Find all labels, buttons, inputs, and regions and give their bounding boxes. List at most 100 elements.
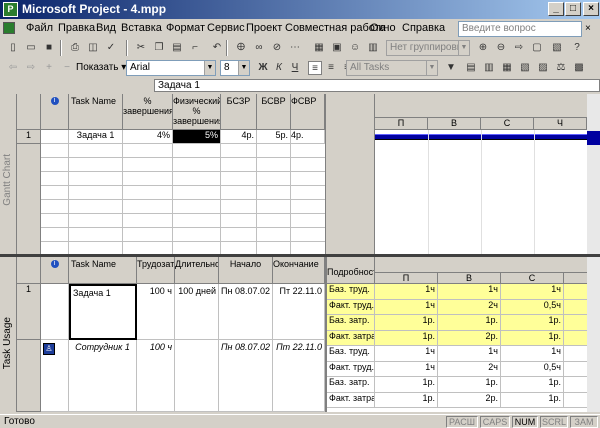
detail-value-cell[interactable]: 1ч xyxy=(501,284,564,300)
menu-view[interactable]: Вид xyxy=(96,22,116,34)
detail-value-cell[interactable]: 1р. xyxy=(501,330,564,346)
detail-value-cell[interactable]: 1р. xyxy=(564,330,587,346)
network-view-icon[interactable]: ▧ xyxy=(518,61,532,75)
detail-value-cell[interactable]: 1ч xyxy=(438,284,501,300)
close-doc-icon[interactable]: × xyxy=(585,23,591,34)
show-button[interactable]: Показать ▾ xyxy=(76,62,126,73)
task-info-icon[interactable]: ▦ xyxy=(312,41,326,55)
row-id[interactable]: 1 xyxy=(17,284,41,340)
align-center-icon[interactable]: ≡ xyxy=(324,61,338,75)
usage-view-icon[interactable]: ▩ xyxy=(572,61,586,75)
detail-value-cell[interactable]: 1р. xyxy=(375,315,438,331)
paste-icon[interactable]: ▤ xyxy=(170,41,184,55)
compare-icon[interactable]: ▧ xyxy=(550,41,564,55)
menu-file[interactable]: Файл xyxy=(26,22,53,34)
col-pct-complete[interactable]: % завершения xyxy=(123,94,173,130)
detail-value-cell[interactable]: 1р. xyxy=(438,315,501,331)
underline-button[interactable]: Ч xyxy=(288,61,302,75)
work-cell[interactable]: 100 ч xyxy=(137,340,175,412)
bold-button[interactable]: Ж xyxy=(256,61,270,75)
gantt-vertical-scrollbar[interactable] xyxy=(587,94,600,254)
assignment-indicator-cell[interactable]: ♙ xyxy=(41,340,69,412)
detail-value-cell[interactable]: 0,5ч xyxy=(564,362,587,377)
help-icon[interactable]: ? xyxy=(570,41,584,55)
detail-value-cell[interactable]: 0,5ч xyxy=(564,299,587,315)
indicator-cell[interactable] xyxy=(41,130,69,144)
copy-picture-icon[interactable]: ▢ xyxy=(530,41,544,55)
finish-cell[interactable]: Пт 22.11.0 xyxy=(273,284,325,340)
detail-value-cell[interactable]: 2ч xyxy=(438,361,501,377)
col-start[interactable]: Начало xyxy=(219,257,273,284)
link-tasks-icon[interactable]: ∞ xyxy=(252,41,266,55)
leveling-icon[interactable]: ⚖ xyxy=(554,61,568,75)
font-select[interactable]: Arial ▼ xyxy=(126,60,216,76)
detail-value-cell[interactable]: 0,5ч xyxy=(501,299,564,315)
format-painter-icon[interactable]: ⌐ xyxy=(188,41,202,55)
open-icon[interactable]: ▭ xyxy=(24,41,38,55)
font-size-select[interactable]: 8 ▼ xyxy=(220,60,250,76)
detail-value-cell[interactable]: 1р. xyxy=(438,377,501,393)
detail-value-cell[interactable]: 1ч xyxy=(438,346,501,362)
bsvr-cell[interactable]: 5р. xyxy=(257,130,291,144)
filter-select[interactable]: All Tasks ▼ xyxy=(346,60,438,76)
detail-value-cell[interactable]: 2р. xyxy=(438,330,501,346)
italic-button[interactable]: К xyxy=(272,61,286,75)
cut-icon[interactable]: ✂ xyxy=(134,41,148,55)
undo-icon[interactable]: ↶ xyxy=(210,41,224,55)
detail-value-cell[interactable]: 1р. xyxy=(501,315,564,331)
detail-value-cell[interactable]: 2ч xyxy=(438,299,501,315)
phys-pct-cell[interactable]: 5% xyxy=(173,130,221,144)
entry-field[interactable]: Задача 1 xyxy=(154,79,600,92)
select-all-corner[interactable] xyxy=(17,94,41,130)
calendar-view-icon[interactable]: ▨ xyxy=(536,61,550,75)
detail-value-cell[interactable]: 1ч xyxy=(375,284,438,300)
assign-resources-icon[interactable]: ☺ xyxy=(348,41,362,55)
menu-help[interactable]: Справка xyxy=(402,22,445,34)
help-search-input[interactable]: Введите вопрос xyxy=(458,21,582,37)
align-left-icon[interactable]: ≡ xyxy=(308,61,322,75)
minus-icon[interactable]: − xyxy=(60,61,74,75)
row-id[interactable]: 1 xyxy=(17,130,41,144)
col-task-name[interactable]: Task Name xyxy=(69,94,123,130)
work-cell[interactable]: 100 ч xyxy=(137,284,175,340)
gantt-splitter[interactable] xyxy=(325,94,375,254)
arrow-left-icon[interactable]: ⇦ xyxy=(6,61,20,75)
publish-icon[interactable]: ▥ xyxy=(366,41,380,55)
detail-value-cell[interactable]: 1р. xyxy=(564,377,587,393)
fsvr-cell[interactable]: 4р. xyxy=(291,130,325,144)
col-duration[interactable]: Длительность xyxy=(175,257,219,284)
menu-project[interactable]: Проект xyxy=(246,22,282,34)
zoom-out-icon[interactable]: ⊖ xyxy=(494,41,508,55)
task-name-cell[interactable]: Задача 1 xyxy=(69,284,137,340)
start-cell[interactable]: Пн 08.07.02 xyxy=(219,284,273,340)
indicators-header[interactable]: i xyxy=(41,257,69,284)
detail-value-cell[interactable]: 0,5ч xyxy=(501,361,564,377)
duration-cell[interactable]: 100 дней xyxy=(175,284,219,340)
indicator-cell[interactable] xyxy=(41,284,69,340)
minimize-button[interactable]: _ xyxy=(548,2,564,16)
col-fsvr[interactable]: ФСВР xyxy=(291,94,325,130)
maximize-button[interactable]: □ xyxy=(565,2,581,16)
close-button[interactable]: × xyxy=(583,2,599,16)
col-bszr[interactable]: БСЗР xyxy=(221,94,257,130)
detail-value-cell[interactable]: 1р. xyxy=(564,393,587,408)
col-phys-pct[interactable]: Физический % завершения xyxy=(173,94,221,130)
task-name-cell[interactable]: Задача 1 xyxy=(69,130,123,144)
col-bsvr[interactable]: БСВР xyxy=(257,94,291,130)
detail-value-cell[interactable]: 1ч xyxy=(375,361,438,377)
detail-value-cell[interactable]: 1ч xyxy=(375,299,438,315)
col-finish[interactable]: Окончание xyxy=(273,257,325,284)
arrow-right-icon[interactable]: ⇨ xyxy=(24,61,38,75)
usage-vertical-scrollbar[interactable] xyxy=(587,257,600,412)
gantt-wizard-icon[interactable]: ▤ xyxy=(464,61,478,75)
doc-icon[interactable] xyxy=(3,22,15,34)
menu-edit[interactable]: Правка xyxy=(58,22,95,34)
resource-view-icon[interactable]: ▦ xyxy=(500,61,514,75)
save-icon[interactable]: ■ xyxy=(42,41,56,55)
detail-value-cell[interactable]: 1ч xyxy=(564,346,587,362)
col-work[interactable]: Трудозатраты xyxy=(137,257,175,284)
print-icon[interactable]: ⎙ xyxy=(68,41,82,55)
grouping-select[interactable]: Нет группировки ▼ xyxy=(386,40,470,56)
print-preview-icon[interactable]: ◫ xyxy=(86,41,100,55)
detail-value-cell[interactable]: 2р. xyxy=(438,392,501,408)
